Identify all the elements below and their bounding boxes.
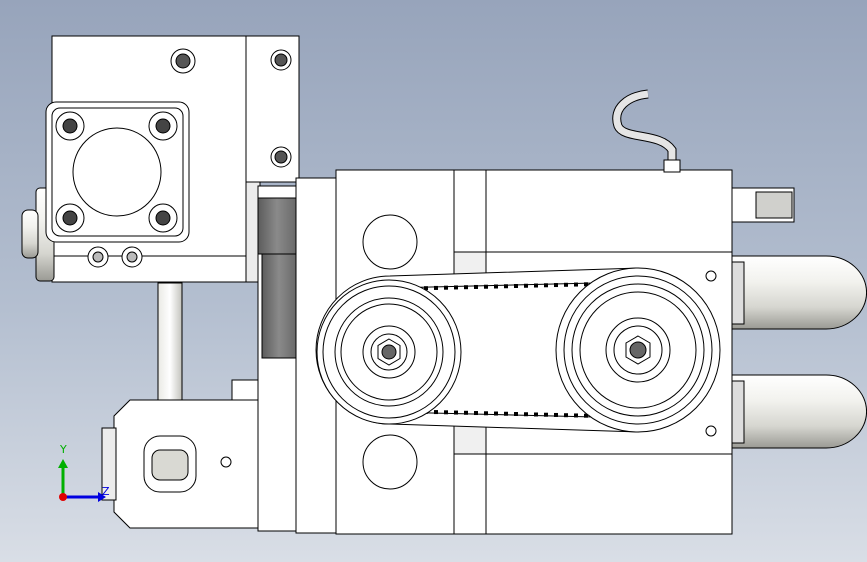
coordinate-triad bbox=[58, 459, 106, 502]
belt-tooth bbox=[554, 412, 558, 417]
square-flange bbox=[45, 101, 190, 268]
belt-tooth bbox=[434, 285, 438, 290]
belt-tooth bbox=[464, 410, 468, 415]
belt-tooth bbox=[514, 284, 518, 288]
belt-tooth bbox=[534, 412, 538, 417]
belt-tooth bbox=[534, 283, 538, 288]
x-axis-dot bbox=[59, 493, 67, 501]
belt-tooth bbox=[524, 412, 528, 417]
cad-viewport[interactable]: Y Z bbox=[0, 0, 867, 562]
guide-rod bbox=[157, 282, 183, 401]
belt-tooth bbox=[494, 411, 498, 416]
z-axis-label: Z bbox=[102, 485, 110, 498]
lower-block bbox=[101, 379, 263, 529]
belt-tooth bbox=[454, 410, 458, 415]
belt-tooth bbox=[484, 411, 488, 416]
belt-tooth bbox=[504, 284, 508, 289]
assembly-drawing[interactable] bbox=[0, 0, 867, 562]
belt-tooth bbox=[574, 413, 578, 418]
belt-tooth bbox=[454, 285, 458, 290]
belt-tooth bbox=[434, 410, 438, 415]
cable-hook bbox=[612, 89, 681, 173]
right-pulley bbox=[555, 267, 721, 433]
belt-tooth bbox=[544, 412, 548, 417]
bore-hole-icon bbox=[362, 214, 418, 270]
belt-tooth bbox=[444, 410, 448, 415]
y-axis-arrowhead bbox=[58, 459, 68, 468]
belt-tooth bbox=[464, 285, 468, 290]
belt-tooth bbox=[484, 284, 488, 289]
belt-tooth bbox=[504, 411, 508, 416]
left-pulley bbox=[316, 279, 462, 425]
belt-tooth bbox=[554, 283, 558, 288]
belt-tooth bbox=[494, 284, 498, 289]
belt-tooth bbox=[524, 283, 528, 288]
right-cylinders bbox=[731, 187, 867, 449]
y-axis-label: Y bbox=[60, 443, 67, 456]
belt-tooth bbox=[474, 411, 478, 416]
belt-tooth bbox=[444, 285, 448, 290]
belt-tooth bbox=[574, 282, 578, 287]
belt-tooth bbox=[544, 283, 548, 288]
belt-tooth bbox=[564, 413, 568, 418]
belt-tooth bbox=[564, 282, 568, 287]
belt-tooth bbox=[474, 284, 478, 289]
belt-tooth bbox=[514, 412, 518, 416]
bore-hole-icon bbox=[362, 434, 418, 490]
